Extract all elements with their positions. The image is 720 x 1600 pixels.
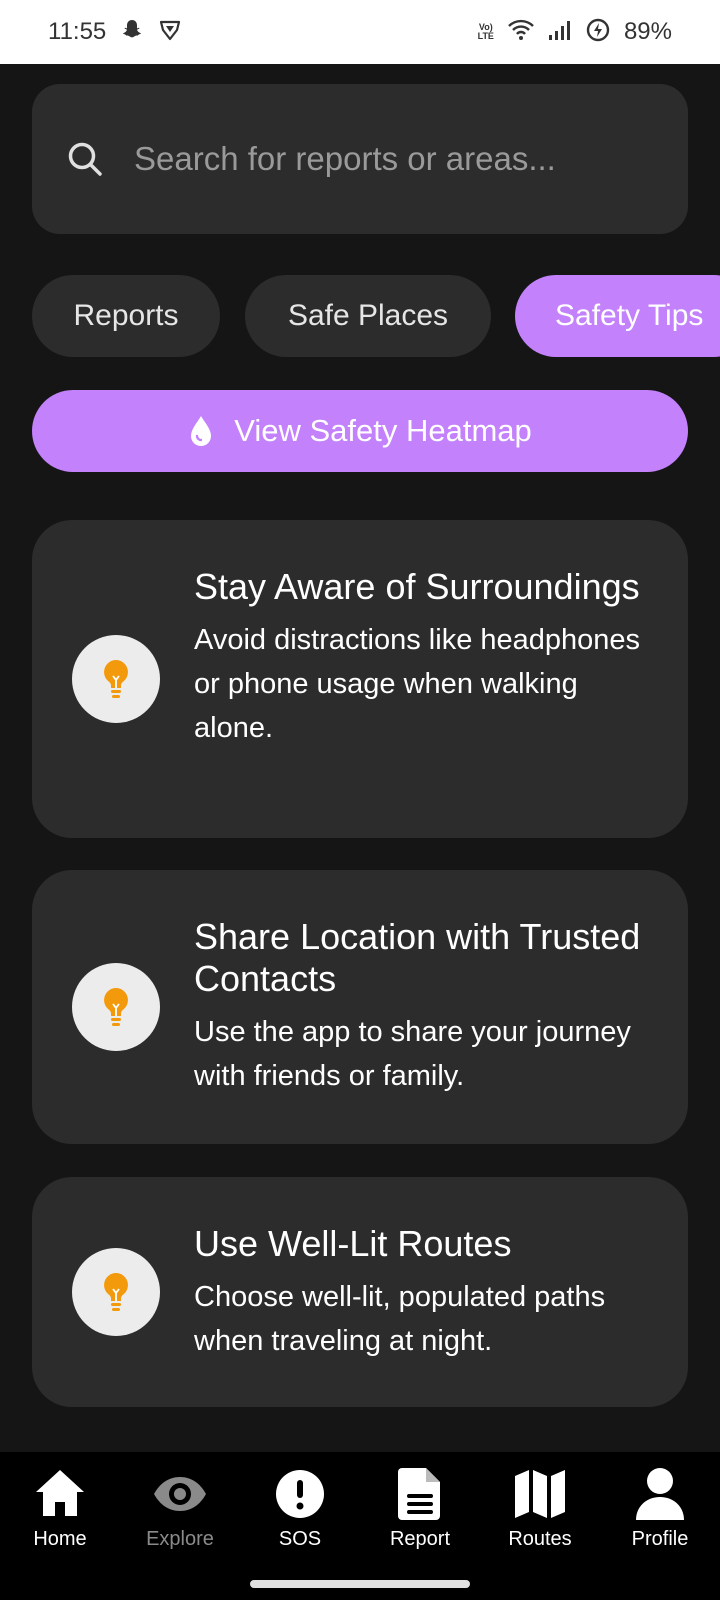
nav-home-label: Home: [33, 1528, 87, 1550]
tip-title: Stay Aware of Surroundings: [194, 566, 640, 607]
nav-sos[interactable]: SOS: [240, 1466, 360, 1551]
vpn-shield-icon: [158, 18, 182, 47]
search-input[interactable]: [134, 140, 654, 178]
nav-report[interactable]: Report: [360, 1466, 480, 1551]
eye-icon: [154, 1477, 206, 1511]
search-bar[interactable]: [32, 84, 688, 234]
nav-profile[interactable]: Profile: [600, 1466, 720, 1551]
tab-reports[interactable]: Reports: [32, 275, 220, 357]
nav-routes[interactable]: Routes: [480, 1466, 600, 1551]
tab-reports-label: Reports: [73, 299, 179, 332]
search-icon: [68, 142, 102, 176]
battery-saver-icon: [586, 18, 610, 47]
nav-profile-label: Profile: [631, 1528, 689, 1550]
view-heatmap-button[interactable]: View Safety Heatmap: [32, 390, 688, 472]
nav-explore-label: Explore: [146, 1528, 214, 1550]
battery-level: 89%: [623, 18, 672, 45]
tab-safety-tips-label: Safety Tips: [555, 299, 704, 332]
tab-safety-tips[interactable]: Safety Tips: [515, 275, 720, 357]
tip-icon-badge: [72, 963, 160, 1051]
tip-icon-badge: [72, 1248, 160, 1336]
snapchat-icon: [120, 18, 144, 47]
bottom-nav: Home Explore SOS Report Routes Profile: [0, 1452, 720, 1600]
nav-home[interactable]: Home: [0, 1466, 120, 1551]
lightbulb-icon: [104, 660, 128, 698]
signal-icon: [548, 19, 572, 46]
tip-title: Use Well-Lit Routes: [194, 1223, 512, 1264]
wifi-icon: [508, 19, 534, 46]
tip-icon-badge: [72, 635, 160, 723]
tip-card[interactable]: Share Location with Trusted Contacts Use…: [32, 870, 688, 1144]
status-bar: 11:55 Vo) LTE 89%: [0, 0, 720, 64]
lte-label: LTE: [477, 31, 494, 41]
nav-report-label: Report: [389, 1528, 451, 1550]
category-tabs: Reports Safe Places Safety Tips: [32, 275, 720, 357]
nav-routes-label: Routes: [508, 1528, 572, 1550]
tip-description: Choose well-lit, populated paths when tr…: [194, 1281, 606, 1357]
tip-card[interactable]: Use Well-Lit Routes Choose well-lit, pop…: [32, 1177, 688, 1407]
tip-description: Avoid distractions like headphones or ph…: [194, 624, 641, 744]
heatmap-button-label: View Safety Heatmap: [234, 413, 532, 448]
alert-icon: [276, 1470, 324, 1518]
tab-safe-places[interactable]: Safe Places: [245, 275, 491, 357]
tip-title: Share Location with Trusted Contacts: [194, 916, 641, 999]
drop-icon: [191, 416, 212, 446]
document-icon: [398, 1468, 440, 1520]
nav-sos-label: SOS: [278, 1528, 322, 1550]
user-icon: [636, 1468, 684, 1520]
home-icon: [36, 1470, 84, 1516]
nav-explore[interactable]: Explore: [120, 1466, 240, 1551]
tip-description: Use the app to share your journey with f…: [194, 1016, 631, 1092]
status-time: 11:55: [48, 18, 107, 45]
map-icon: [515, 1470, 565, 1518]
tab-safe-places-label: Safe Places: [287, 299, 449, 332]
volte-indicator: Vo) LTE: [478, 23, 494, 41]
home-indicator[interactable]: [250, 1580, 470, 1588]
lightbulb-icon: [104, 1273, 128, 1311]
tip-card[interactable]: Stay Aware of Surroundings Avoid distrac…: [32, 520, 688, 838]
lightbulb-icon: [104, 988, 128, 1026]
